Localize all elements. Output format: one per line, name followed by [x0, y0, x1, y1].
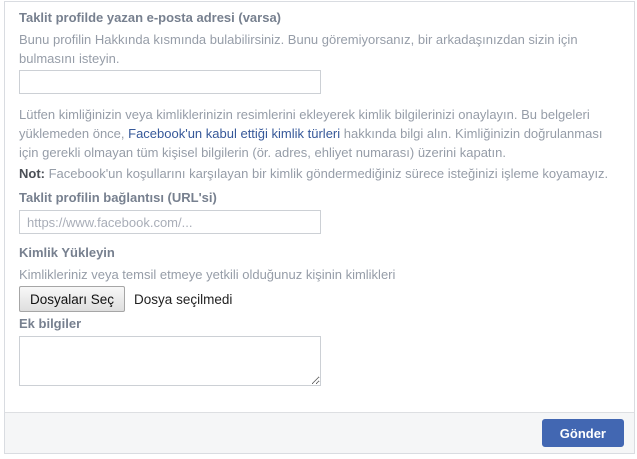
- note-prefix: Not:: [19, 166, 45, 181]
- email-input[interactable]: [19, 70, 321, 94]
- report-form-card: Taklit profilde yazan e-posta adresi (va…: [4, 1, 635, 454]
- form-footer: Gönder: [5, 412, 634, 453]
- email-field-help-text: Bunu profilin Hakkında kısmında bulabili…: [19, 32, 578, 66]
- profile-url-field-label: Taklit profilin bağlantısı (URL'si): [19, 190, 217, 205]
- id-instructions-paragraph: Lütfen kimliğinizin veya kimliklerinizin…: [19, 105, 619, 162]
- accepted-id-types-link[interactable]: Facebook'un kabul ettiği kimlik türleri: [128, 126, 340, 141]
- note-paragraph: Not: Facebook'un koşullarını karşılayan …: [19, 164, 619, 183]
- extra-info-label: Ek bilgiler: [19, 316, 82, 331]
- file-upload-control: Dosyaları Seç Dosya seçilmedi: [19, 286, 620, 312]
- profile-url-input[interactable]: [19, 210, 321, 234]
- submit-button[interactable]: Gönder: [541, 419, 624, 447]
- extra-info-textarea[interactable]: [19, 336, 321, 386]
- choose-files-button[interactable]: Dosyaları Seç: [19, 286, 126, 312]
- id-upload-help-text: Kimlikleriniz veya temsil etmeye yetkili…: [19, 267, 396, 282]
- note-text: Facebook'un koşullarını karşılayan bir k…: [45, 166, 609, 181]
- file-selection-status: Dosya seçilmedi: [134, 291, 233, 307]
- id-upload-label: Kimlik Yükleyin: [19, 245, 115, 260]
- email-field-label: Taklit profilde yazan e-posta adresi (va…: [19, 10, 282, 25]
- form-body: Taklit profilde yazan e-posta adresi (va…: [5, 2, 634, 412]
